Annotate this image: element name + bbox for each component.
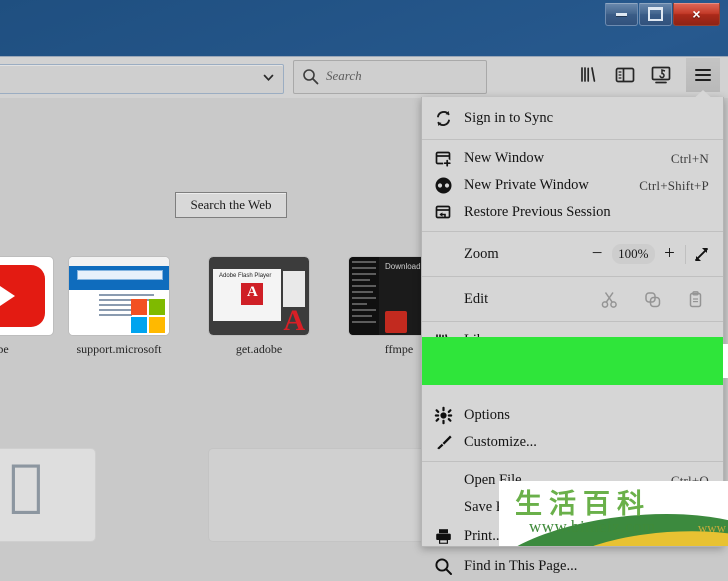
adobe-wordmark: A [283,304,305,336]
hamburger-menu-button[interactable] [686,58,720,92]
menu-pointer-arrow [690,90,716,102]
search-box[interactable]: Search [293,60,487,94]
maximize-button[interactable] [639,3,672,26]
menu-label: Options [464,407,510,423]
sidebar-icon[interactable] [612,62,638,88]
restore-session-icon [434,204,460,222]
watermark-url: www.bimeiz.com [529,517,656,536]
menu-label: Restore Previous Session [464,204,611,220]
addons-highlight-box [422,337,723,385]
cut-icon[interactable] [588,290,631,309]
tile-label: get.adobe [235,342,283,356]
menu-row-edit: Edit [422,282,723,316]
window-controls: × [604,3,720,26]
close-icon: × [692,6,701,22]
menu-separator [422,231,723,232]
zoom-out-button[interactable]: − [582,243,612,265]
menu-item-options[interactable]: Options [422,402,723,429]
watermark-chinese-text: 生活百科 [515,489,651,520]
menu-item-customize[interactable]: Customize... [422,429,723,456]
menu-label: New Private Window [464,177,589,193]
menu-item-find-in-this-page[interactable]: Find in This Page... [422,551,723,581]
menu-separator [422,139,723,140]
menu-label: Find in This Page... [464,557,578,574]
menu-separator [422,276,723,277]
paintbrush-icon [434,434,460,452]
empty-thumbnail [208,448,450,542]
library-icon[interactable] [575,62,601,88]
close-button[interactable]: × [673,3,720,26]
adobe-thumb-heading: Adobe Flash Player [219,273,272,279]
menu-row-zoom: Zoom − 100% + [422,237,723,271]
menu-item-new-window[interactable]: New Window Ctrl+N [422,145,723,172]
printer-icon [434,527,460,545]
sync-icon [434,109,460,127]
find-icon [434,557,460,575]
microsoft-support-thumbnail [68,256,170,336]
menu-label: Edit [464,290,489,307]
zoom-in-button[interactable]: + [655,243,685,265]
new-window-icon [434,150,460,168]
menu-shortcut: Ctrl+Shift+P [639,177,709,193]
adobe-flash-thumbnail: Adobe Flash Player A [208,256,310,336]
menu-item-restore-previous-session[interactable]: Restore Previous Session [422,199,723,226]
tile-support-microsoft[interactable]: support.microsoft [68,256,170,357]
search-icon [302,68,319,85]
menu-label: Customize... [464,434,537,450]
menu-label: Zoom [464,245,499,262]
minimize-icon [616,12,627,16]
menu-item-new-private-window[interactable]: New Private Window Ctrl+Shift+P [422,172,723,199]
fullscreen-icon[interactable] [684,244,718,264]
tile-label: support.microsoft [76,342,162,356]
tile-get-adobe[interactable]: Adobe Flash Player A get.adobe [208,256,310,357]
tile-label: be [0,342,9,356]
search-placeholder: Search [326,68,362,83]
ffmpeg-thumb-heading: Download [385,262,421,271]
menu-separator [422,321,723,322]
synced-tabs-icon[interactable] [648,62,674,88]
tile-empty[interactable] [208,448,450,542]
apple-thumbnail:  [0,448,96,542]
tile-youtube[interactable]: be [0,256,54,357]
chevron-down-icon [262,71,275,84]
menu-item-sign-in-to-sync[interactable]: Sign in to Sync [422,102,723,134]
watermark-ghost-text: www [697,520,726,535]
paste-icon[interactable] [674,290,717,309]
menu-separator [422,461,723,462]
menu-label: New Window [464,150,545,166]
search-the-web-button[interactable]: Search the Web [175,192,287,218]
menu-label: Sign in to Sync [464,109,554,126]
firefox-main-menu-panel: Sign in to Sync New Window Ctrl+N New Pr… [421,97,728,575]
zoom-level-value[interactable]: 100% [612,244,655,264]
copy-icon[interactable] [631,290,674,309]
window-titlebar: × [0,0,728,56]
menu-shortcut: Ctrl+N [670,150,709,166]
watermark: 生活百科 www.bimeiz.com www [499,481,728,546]
options-gear-icon [434,406,460,425]
tile-apple[interactable]:  [0,448,96,542]
apple-logo-icon:  [9,457,43,513]
address-bar[interactable] [0,64,284,94]
private-window-icon [434,177,460,195]
maximize-icon [648,7,663,21]
youtube-thumbnail [0,256,54,336]
minimize-button[interactable] [605,3,638,26]
